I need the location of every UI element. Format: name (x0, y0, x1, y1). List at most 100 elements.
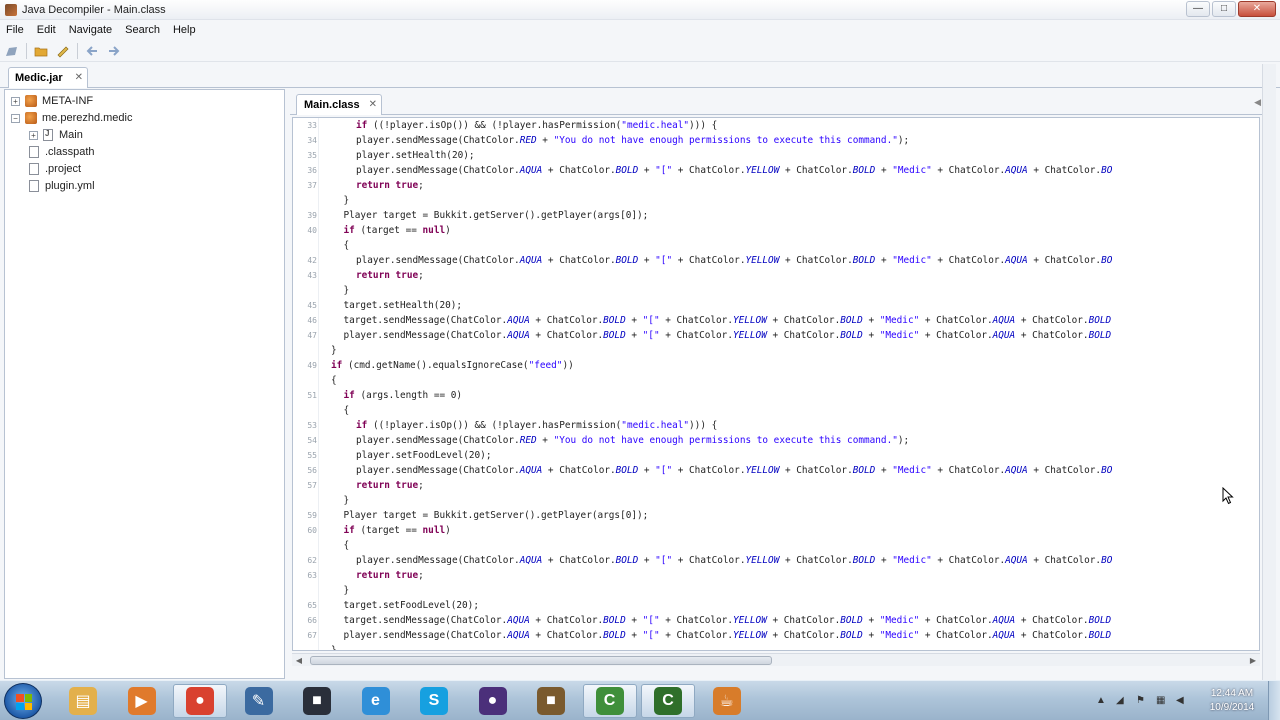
line-number (293, 343, 317, 358)
line-number: 67 (307, 631, 317, 640)
line-number: 42 (307, 256, 317, 265)
tree-node-plugin-yml[interactable]: plugin.yml (29, 178, 95, 194)
show-desktop-button[interactable] (1268, 681, 1280, 720)
code-text: if ((!player.isOp()) && (!player.hasPerm… (356, 120, 718, 131)
menu-search[interactable]: Search (125, 24, 160, 36)
line-number (293, 583, 317, 598)
line-number: 40 (307, 226, 317, 235)
tree-node-classpath[interactable]: .classpath (29, 144, 95, 160)
jar-icon[interactable] (55, 43, 71, 59)
line-number: 39 (307, 211, 317, 220)
close-button[interactable]: ✕ (1238, 1, 1276, 17)
code-text: { (343, 540, 350, 551)
back-arrow-icon[interactable] (84, 43, 100, 59)
line-number: 34 (307, 136, 317, 145)
line-number (293, 403, 317, 418)
java-file-icon (43, 129, 53, 141)
code-text: } (331, 345, 337, 356)
window-edge-scrollbar[interactable] (1262, 64, 1276, 680)
taskbar-app-button[interactable]: ● (466, 684, 520, 718)
taskbar-app-button[interactable]: ■ (524, 684, 578, 718)
taskbar-app-button[interactable]: C (582, 684, 637, 718)
line-number (293, 373, 317, 388)
file-icon (29, 146, 39, 158)
code-text: return true; (356, 180, 424, 191)
app-icon (5, 4, 17, 16)
taskbar-app-button[interactable]: ☕ (700, 684, 754, 718)
ie-icon: e (361, 687, 390, 715)
code-text: { (343, 240, 350, 251)
taskbar-app-button[interactable]: e (349, 684, 403, 718)
menu-edit[interactable]: Edit (37, 24, 56, 36)
horizontal-scroll-thumb[interactable] (310, 656, 772, 665)
editor-panel: Main.class ✕ ◀ ▶ 33if ((!player.isOp()) &… (290, 89, 1276, 679)
collapse-icon[interactable]: − (11, 113, 20, 123)
tab-medic-jar[interactable]: Medic.jar ✕ (8, 67, 88, 88)
taskbar-app-button[interactable]: ■ (290, 684, 344, 718)
window-title: Java Decompiler - Main.class (22, 4, 166, 16)
media-player-icon: ▶ (127, 687, 156, 715)
java-icon: ☕ (712, 687, 741, 715)
tab-label: Medic.jar (15, 72, 63, 84)
tab-main-class[interactable]: Main.class ✕ (296, 94, 382, 115)
volume-icon[interactable]: ◀ (1176, 695, 1184, 706)
tree-node-main[interactable]: + Main (29, 127, 83, 143)
tree-node-project[interactable]: .project (29, 161, 81, 177)
maximize-button[interactable]: □ (1212, 1, 1236, 17)
tab-close-icon[interactable]: ✕ (369, 99, 377, 110)
tree-node-package[interactable]: − me.perezhd.medic (11, 110, 133, 126)
line-number: 35 (307, 151, 317, 160)
code-text: } (331, 645, 337, 651)
minimize-button[interactable]: — (1186, 1, 1210, 17)
code-text: return true; (356, 480, 424, 491)
code-view[interactable]: 33 if ((!player.isOp()) && (!player.hasPe… (292, 117, 1260, 651)
taskbar-app-button[interactable]: ▶ (115, 684, 169, 718)
line-number: 46 (307, 316, 317, 325)
clock[interactable]: 12:44 AM 10/9/2014 (1200, 687, 1264, 715)
menu-navigate[interactable]: Navigate (69, 24, 112, 36)
menu-help[interactable]: Help (173, 24, 196, 36)
camera-icon: ■ (303, 687, 331, 715)
taskbar-app-button[interactable]: S (407, 684, 461, 718)
flag-icon[interactable]: ⚑ (1136, 695, 1145, 706)
line-number: 62 (307, 556, 317, 565)
code-text: } (343, 495, 350, 506)
code-text: Player target = Bukkit.getServer().getPl… (343, 510, 649, 521)
code-text: if (cmd.getName().equalsIgnoreCase("feed… (331, 360, 574, 371)
start-button[interactable] (4, 683, 42, 719)
code-text: if (target == null) (343, 225, 451, 236)
scroll-right-icon[interactable]: ▶ (1246, 654, 1260, 667)
code-text: if ((!player.isOp()) && (!player.hasPerm… (356, 420, 718, 431)
taskbar-app-button[interactable]: ● (173, 684, 227, 718)
code-text: player.sendMessage(ChatColor.AQUA + Chat… (356, 165, 1113, 176)
folder-icon[interactable] (33, 43, 49, 59)
open-file-icon[interactable] (4, 43, 20, 59)
taskbar-app-button[interactable]: ✎ (232, 684, 286, 718)
expand-icon[interactable]: + (11, 96, 20, 106)
horizontal-scrollbar[interactable]: ◀ ▶ (292, 653, 1260, 666)
taskbar-app-button[interactable]: ▤ (56, 684, 110, 718)
menu-file[interactable]: File (6, 24, 24, 36)
line-number: 57 (307, 481, 317, 490)
tray-expand-icon[interactable]: ▲ (1096, 695, 1106, 706)
file-icon (29, 163, 39, 175)
tab-close-icon[interactable]: ✕ (75, 72, 83, 83)
line-number: 56 (307, 466, 317, 475)
expand-icon[interactable]: + (29, 130, 38, 140)
tree-node-meta-inf[interactable]: + META-INF (11, 93, 93, 109)
forward-arrow-icon[interactable] (106, 43, 122, 59)
taskbar-app-button[interactable]: C (641, 684, 695, 718)
line-number (293, 283, 317, 298)
tree-node-label: plugin.yml (45, 180, 95, 192)
line-number (293, 493, 317, 508)
code-text: player.sendMessage(ChatColor.RED + "You … (356, 135, 910, 146)
code-text: target.sendMessage(ChatColor.AQUA + Chat… (343, 315, 1112, 326)
network-icon[interactable]: ▦ (1156, 695, 1165, 706)
tree-node-label: Main (59, 129, 83, 141)
clock-time: 12:44 AM (1210, 688, 1254, 699)
line-number: 37 (307, 181, 317, 190)
clock-date: 10/9/2014 (1209, 702, 1255, 713)
scroll-left-icon[interactable]: ◀ (292, 654, 306, 667)
network-icon[interactable]: ◢ (1116, 695, 1124, 706)
code-text: Player target = Bukkit.getServer().getPl… (343, 210, 649, 221)
